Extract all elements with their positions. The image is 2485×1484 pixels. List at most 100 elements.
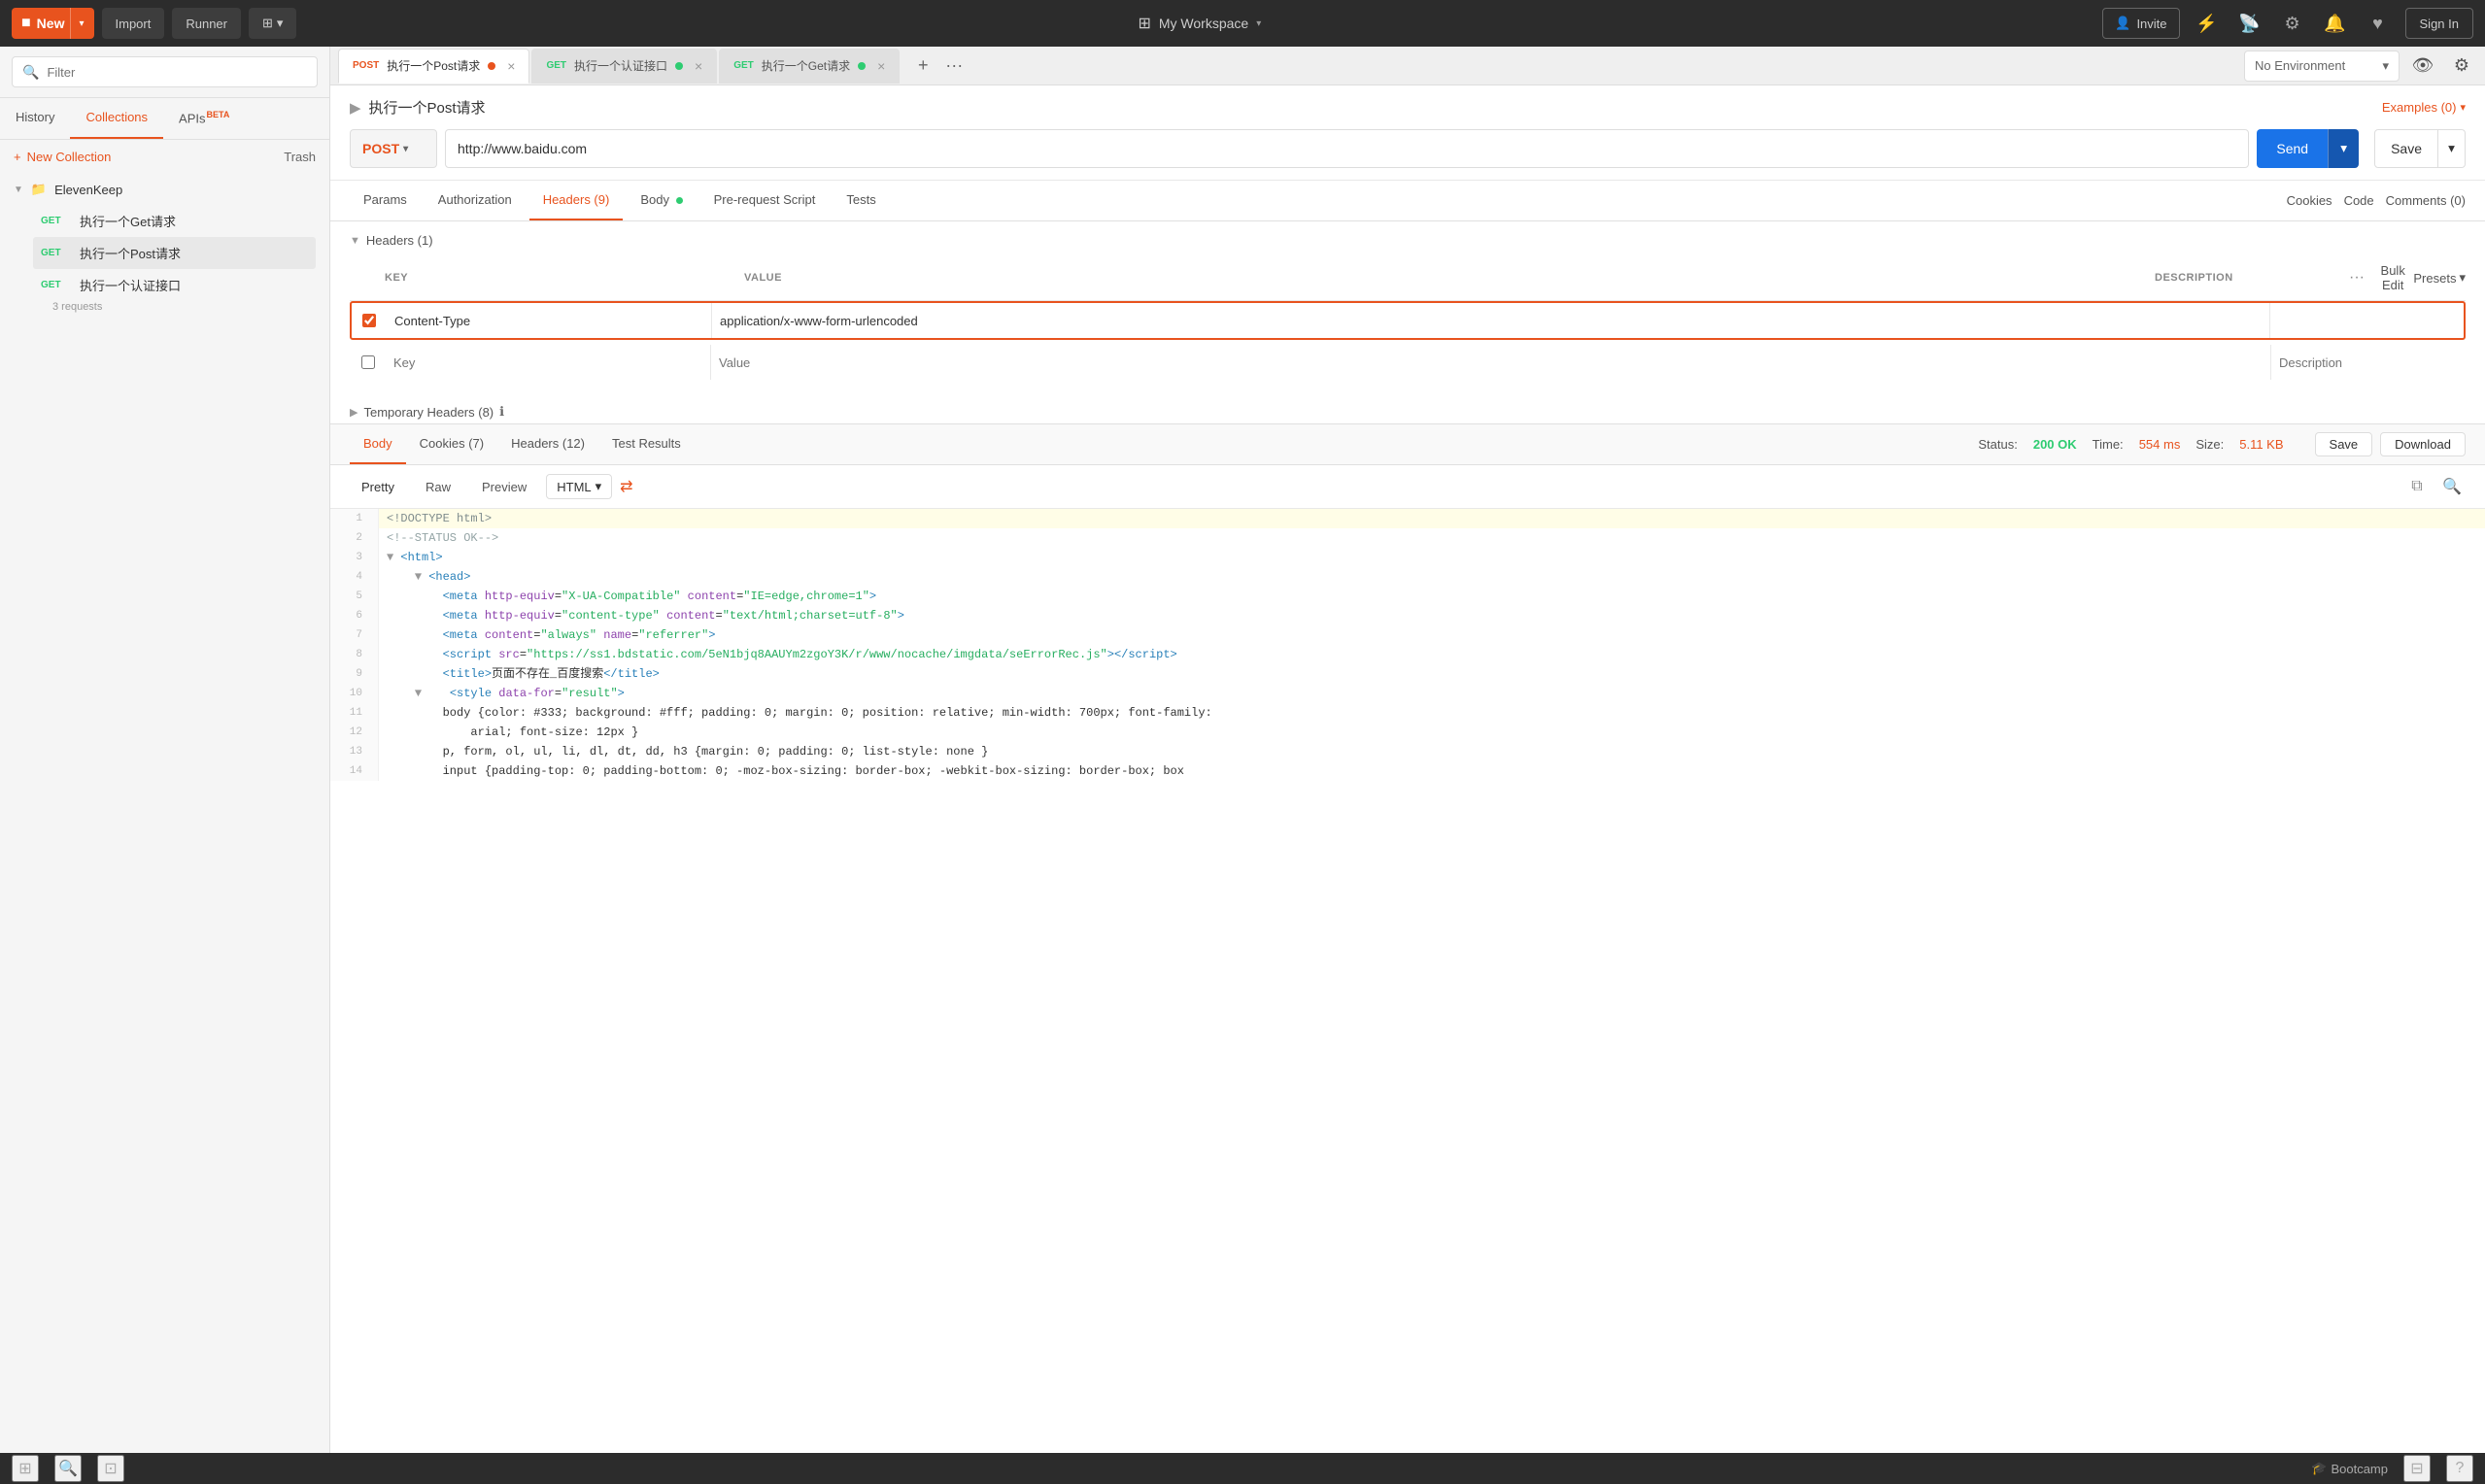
collection-header[interactable]: ▼ 📁 ElevenKeep [14, 174, 316, 205]
list-item[interactable]: GET 执行一个认证接口 [33, 269, 316, 301]
resp-tab-headers[interactable]: Headers (12) [497, 424, 598, 464]
send-caret-button[interactable]: ▾ [2328, 129, 2359, 168]
fmt-tab-raw[interactable]: Raw [414, 476, 462, 498]
save-button[interactable]: Save [2374, 129, 2438, 168]
send-button[interactable]: Send [2257, 129, 2328, 168]
invite-button[interactable]: 👤 Invite [2102, 8, 2179, 39]
help-button[interactable]: ? [2446, 1455, 2473, 1482]
request-tab-get2[interactable]: GET 执行一个Get请求 × [719, 49, 900, 84]
lightning-icon-button[interactable]: ⚡ [2192, 8, 2223, 39]
eye-icon-button[interactable]: 👁 [2407, 51, 2438, 82]
expand-arrow-icon[interactable]: ▶ [350, 99, 361, 117]
import-button[interactable]: Import [102, 8, 165, 39]
presets-button[interactable]: Presets ▾ [2413, 270, 2466, 286]
add-tab-button[interactable]: + [909, 52, 936, 80]
search-input[interactable] [47, 65, 307, 80]
settings-icon-button[interactable]: ⚙ [2277, 8, 2308, 39]
header-checkbox[interactable] [362, 314, 376, 327]
settings-env-button[interactable]: ⚙ [2446, 51, 2477, 82]
trash-button[interactable]: Trash [284, 150, 316, 164]
tab-close-icon[interactable]: × [695, 58, 702, 74]
req-tab-params[interactable]: Params [350, 181, 421, 220]
line-number: 5 [330, 587, 379, 606]
tab-apis[interactable]: APIsBETA [163, 98, 245, 139]
format-bar: Pretty Raw Preview HTML ▾ ⇄ ⧉ 🔍 [330, 465, 2485, 509]
bootcamp-link[interactable]: 🎓 Bootcamp [2311, 1461, 2388, 1476]
key-input-empty[interactable] [393, 355, 702, 370]
console-button[interactable]: ⊡ [97, 1455, 124, 1482]
search-bottom-button[interactable]: 🔍 [54, 1455, 82, 1482]
copy-icon-button[interactable]: ⧉ [2403, 473, 2431, 500]
bulk-edit-button[interactable]: Bulk Edit [2380, 263, 2405, 292]
tab-close-icon[interactable]: × [877, 58, 885, 74]
key-input[interactable] [394, 314, 703, 328]
temp-expand-icon[interactable]: ▶ [350, 406, 357, 419]
workspace-caret-icon[interactable]: ▾ [1256, 18, 1261, 29]
url-input[interactable] [445, 129, 2249, 168]
three-dots-icon[interactable]: ··· [2349, 269, 2365, 287]
sign-in-button[interactable]: Sign In [2405, 8, 2473, 39]
req-tab-prerequest[interactable]: Pre-request Script [700, 181, 830, 220]
value-input[interactable] [720, 314, 2262, 328]
sidebar-toggle-button[interactable]: ⊞ [12, 1455, 39, 1482]
examples-link[interactable]: Examples (0) ▾ [2382, 100, 2466, 115]
headers-title-text: Headers (1) [366, 233, 433, 248]
method-select[interactable]: POST ▾ [350, 129, 437, 168]
req-tab-authorization[interactable]: Authorization [425, 181, 526, 220]
more-tabs-button[interactable]: ··· [940, 52, 968, 80]
resp-tab-test-results[interactable]: Test Results [598, 424, 695, 464]
size-value: 5.11 KB [2239, 437, 2283, 452]
layout-bottom-button[interactable]: ⊟ [2403, 1455, 2431, 1482]
info-icon[interactable]: ℹ [499, 404, 504, 420]
row-checkbox[interactable] [352, 303, 387, 338]
line-content: <!DOCTYPE html> [379, 509, 499, 528]
request-tab-get1[interactable]: GET 执行一个认证接口 × [531, 49, 717, 84]
tab-method-post: POST [353, 60, 379, 71]
list-item[interactable]: GET 执行一个Get请求 [33, 205, 316, 237]
desc-input-empty[interactable] [2279, 355, 2457, 370]
list-item[interactable]: GET 执行一个Post请求 [33, 237, 316, 269]
resp-save-button[interactable]: Save [2315, 432, 2373, 456]
fmt-tab-preview[interactable]: Preview [470, 476, 538, 498]
satellite-icon-button[interactable]: 📡 [2234, 8, 2265, 39]
req-tab-body[interactable]: Body [627, 181, 696, 220]
heart-icon-button[interactable]: ♥ [2363, 8, 2394, 39]
request-tab-post[interactable]: POST 执行一个Post请求 × [338, 49, 529, 84]
desc-input[interactable] [2278, 314, 2456, 328]
resp-actions: Save Download [2315, 432, 2466, 456]
search-response-button[interactable]: 🔍 [2438, 473, 2466, 500]
cookies-link[interactable]: Cookies [2287, 193, 2332, 208]
header-checkbox-empty[interactable] [361, 355, 375, 369]
new-collection-button[interactable]: + New Collection [14, 150, 111, 164]
code-link[interactable]: Code [2344, 193, 2374, 208]
new-caret-icon[interactable]: ▾ [70, 8, 84, 39]
code-viewer[interactable]: 1 <!DOCTYPE html> 2 <!--STATUS OK--> 3 ▼… [330, 509, 2485, 1453]
tab-collections[interactable]: Collections [70, 98, 163, 139]
format-icon[interactable]: ⇄ [620, 477, 632, 496]
sidebar-tabs: History Collections APIsBETA [0, 98, 329, 140]
notification-icon-button[interactable]: 🔔 [2320, 8, 2351, 39]
save-caret-button[interactable]: ▾ [2438, 129, 2466, 168]
new-button[interactable]: ■ New ▾ [12, 8, 94, 39]
value-input-empty[interactable] [719, 355, 2263, 370]
main-content: POST 执行一个Post请求 × GET 执行一个认证接口 × GET 执行一… [330, 47, 2485, 1453]
headers-title[interactable]: ▼ Headers (1) [350, 233, 2466, 248]
row-checkbox-empty[interactable] [351, 345, 386, 380]
resp-tab-body[interactable]: Body [350, 424, 406, 464]
code-line: 9 <title>页面不存在_百度搜索</title> [330, 664, 2485, 684]
fmt-tab-pretty[interactable]: Pretty [350, 476, 406, 498]
tab-close-icon[interactable]: × [507, 58, 515, 74]
tab-history[interactable]: History [0, 98, 70, 139]
environment-select[interactable]: No Environment ▾ [2244, 51, 2400, 82]
bootcamp-icon: 🎓 [2311, 1461, 2327, 1476]
format-select[interactable]: HTML ▾ [546, 474, 612, 499]
req-tab-headers[interactable]: Headers (9) [529, 181, 624, 220]
runner-button[interactable]: Runner [172, 8, 241, 39]
resp-tab-cookies[interactable]: Cookies (7) [406, 424, 497, 464]
folder-icon: 📁 [31, 182, 47, 197]
resp-download-button[interactable]: Download [2380, 432, 2466, 456]
comments-link[interactable]: Comments (0) [2386, 193, 2466, 208]
temp-label[interactable]: Temporary Headers (8) [363, 405, 494, 420]
req-tab-tests[interactable]: Tests [833, 181, 889, 220]
extra-button[interactable]: ⊞ ▾ [249, 8, 296, 39]
